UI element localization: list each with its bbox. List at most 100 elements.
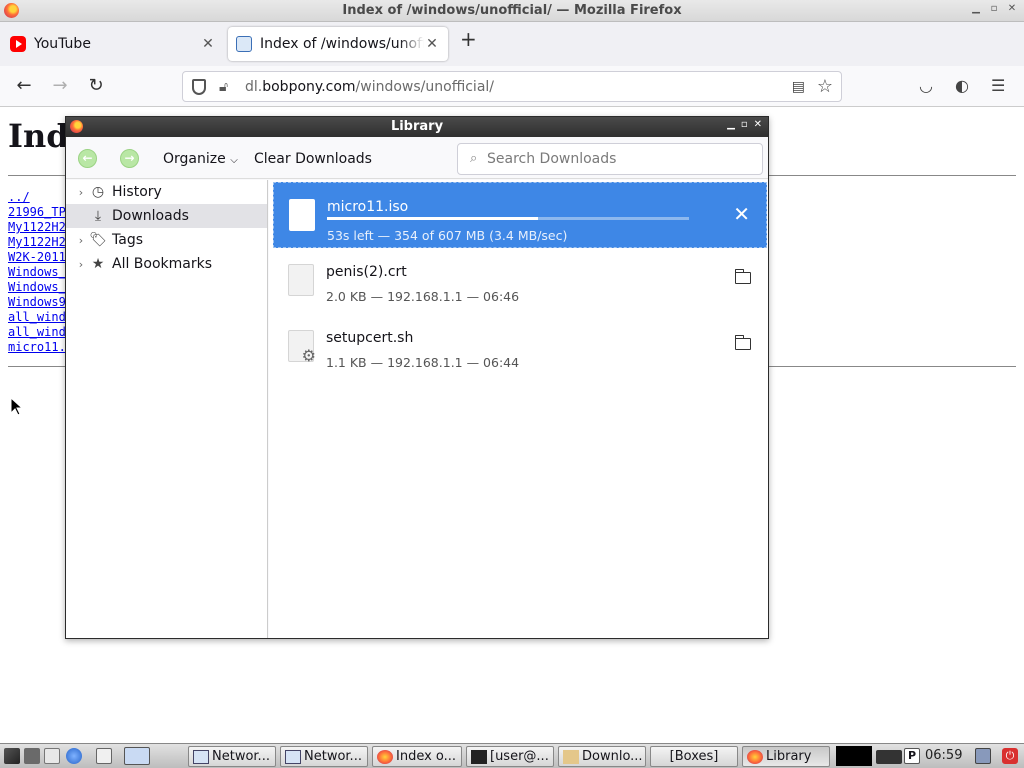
dir-link[interactable]: Windows_: [8, 280, 66, 295]
download-progress-bar: [327, 217, 689, 220]
tab-close-icon[interactable]: ✕: [424, 36, 440, 52]
page-icon: [236, 36, 252, 52]
download-status: 53s left — 354 of 607 MB (3.4 MB/sec): [327, 228, 568, 243]
expand-arrow-icon[interactable]: ›: [74, 258, 88, 271]
script-file-icon: [288, 330, 316, 365]
download-status: 2.0 KB — 192.168.1.1 — 06:46: [326, 289, 520, 304]
forward-icon[interactable]: →: [50, 76, 70, 96]
close-icon[interactable]: ✕: [754, 119, 762, 130]
library-window: Library ▁ ▫ ✕ ← → Organize ⌵ Clear Downl…: [65, 116, 769, 639]
task-network-2[interactable]: Networ...: [280, 746, 368, 767]
tab-index[interactable]: Index of /windows/unofficial/ ✕: [228, 27, 448, 61]
terminal-icon[interactable]: [96, 748, 112, 764]
sidebar-item-downloads[interactable]: ⤓ Downloads: [66, 204, 267, 228]
sidebar-item-history[interactable]: › ◷ History: [66, 180, 267, 204]
download-item[interactable]: setupcert.sh 1.1 KB — 192.168.1.1 — 06:4…: [273, 314, 767, 380]
url-text[interactable]: dl.bobpony.com/windows/unofficial/: [245, 79, 494, 95]
download-item[interactable]: micro11.iso 53s left — 354 of 607 MB (3.…: [273, 182, 767, 248]
search-placeholder: Search Downloads: [487, 151, 617, 167]
close-icon[interactable]: ✕: [1006, 3, 1018, 14]
dir-link[interactable]: My1122H2: [8, 220, 66, 235]
power-icon[interactable]: ⏻: [1002, 748, 1018, 764]
task-network-1[interactable]: Networ...: [188, 746, 276, 767]
volume-icon[interactable]: [975, 748, 991, 764]
download-status: 1.1 KB — 192.168.1.1 — 06:44: [326, 355, 520, 370]
forward-icon[interactable]: →: [120, 149, 139, 168]
organize-button[interactable]: Organize ⌵: [163, 151, 238, 167]
maximize-icon[interactable]: ▫: [741, 119, 748, 130]
dir-link[interactable]: W2K-2011: [8, 250, 66, 265]
open-folder-button[interactable]: [734, 269, 751, 284]
sidebar-item-tags[interactable]: › 🏷︎ Tags: [66, 228, 267, 252]
back-icon[interactable]: ←: [14, 76, 34, 96]
menu-icon[interactable]: ☰: [991, 76, 1005, 95]
search-downloads-input[interactable]: ⌕ Search Downloads: [457, 143, 763, 175]
clear-downloads-button[interactable]: Clear Downloads: [254, 151, 372, 167]
file-icon: [289, 199, 315, 231]
cpu-monitor-icon: [836, 746, 872, 766]
reader-view-icon[interactable]: ▤: [792, 79, 805, 95]
new-tab-icon[interactable]: +: [460, 27, 477, 51]
network-monitor-icon: [876, 750, 902, 764]
dir-link[interactable]: Windows9: [8, 295, 66, 310]
task-terminal[interactable]: [user@...: [466, 746, 554, 767]
tab-label: Index of /windows/unofficial/: [260, 36, 424, 52]
maximize-icon[interactable]: ▫: [988, 3, 1000, 14]
library-titlebar[interactable]: Library ▁ ▫ ✕: [66, 117, 768, 137]
mouse-cursor-icon: [10, 397, 22, 416]
dir-link[interactable]: micro11.: [8, 340, 66, 355]
dir-link[interactable]: ../: [8, 190, 66, 205]
sidebar-item-label: Tags: [112, 232, 143, 248]
dir-link[interactable]: all_wind: [8, 310, 66, 325]
expand-arrow-icon[interactable]: ›: [74, 234, 88, 247]
download-name: setupcert.sh: [326, 330, 414, 346]
cancel-download-icon[interactable]: ✕: [733, 202, 750, 226]
task-boxes[interactable]: [Boxes]: [650, 746, 738, 767]
task-library[interactable]: Library: [742, 746, 830, 767]
download-name: penis(2).crt: [326, 264, 407, 280]
library-toolbar: ← → Organize ⌵ Clear Downloads ⌕ Search …: [66, 137, 768, 179]
navigation-bar: ← → ↻ 🔓︎ dl.bobpony.com/windows/unoffici…: [0, 66, 1024, 107]
folder-icon: [734, 335, 751, 350]
clipboard-icon[interactable]: P: [904, 748, 920, 764]
dir-link[interactable]: 21996_TP: [8, 205, 66, 220]
window-title: Index of /windows/unofficial/ — Mozilla …: [342, 3, 682, 18]
clock-icon: ◷: [91, 184, 105, 200]
file-icon: [288, 264, 314, 296]
dir-link[interactable]: Windows_: [8, 265, 66, 280]
reload-icon[interactable]: ↻: [86, 76, 106, 96]
url-bar[interactable]: 🔓︎ dl.bobpony.com/windows/unofficial/ ▤ …: [182, 71, 842, 102]
expand-arrow-icon[interactable]: ›: [74, 186, 88, 199]
download-name: micro11.iso: [327, 199, 409, 215]
task-downloads[interactable]: Downlo...: [558, 746, 646, 767]
download-item[interactable]: penis(2).crt 2.0 KB — 192.168.1.1 — 06:4…: [273, 248, 767, 314]
minimize-icon[interactable]: ▁: [970, 3, 982, 14]
dir-link[interactable]: all_wind: [8, 325, 66, 340]
open-folder-button[interactable]: [734, 335, 751, 350]
page-heading: Ind: [8, 117, 69, 155]
task-index[interactable]: Index o...: [372, 746, 462, 767]
workspace-icon[interactable]: [124, 747, 150, 765]
tab-label: YouTube: [34, 36, 91, 52]
tab-close-icon[interactable]: ✕: [200, 36, 216, 52]
dir-link[interactable]: My1122H2: [8, 235, 66, 250]
search-icon: ⌕: [470, 151, 478, 166]
bookmark-star-icon[interactable]: ☆: [817, 76, 833, 97]
tab-youtube[interactable]: YouTube ✕: [2, 27, 224, 61]
directory-listing: ../ 21996_TP My1122H2 My1122H2 W2K-2011 …: [8, 190, 66, 355]
clock: 06:59: [925, 748, 963, 763]
sidebar-item-label: All Bookmarks: [112, 256, 213, 272]
file-manager-icon[interactable]: [44, 748, 60, 764]
account-icon[interactable]: ◐: [955, 76, 969, 95]
minimize-icon[interactable]: ▁: [727, 119, 735, 130]
pocket-icon[interactable]: ◡: [919, 76, 933, 95]
start-menu-icon[interactable]: [4, 748, 20, 764]
shield-icon[interactable]: [192, 79, 206, 95]
insecure-lock-icon[interactable]: 🔓︎: [219, 79, 233, 95]
download-icon: ⤓: [94, 208, 102, 224]
back-icon[interactable]: ←: [78, 149, 97, 168]
browser-icon[interactable]: [66, 748, 82, 764]
chevron-down-icon: ⌵: [230, 155, 238, 166]
show-desktop-icon[interactable]: [24, 748, 40, 764]
sidebar-item-all-bookmarks[interactable]: › ★ All Bookmarks: [66, 252, 267, 276]
